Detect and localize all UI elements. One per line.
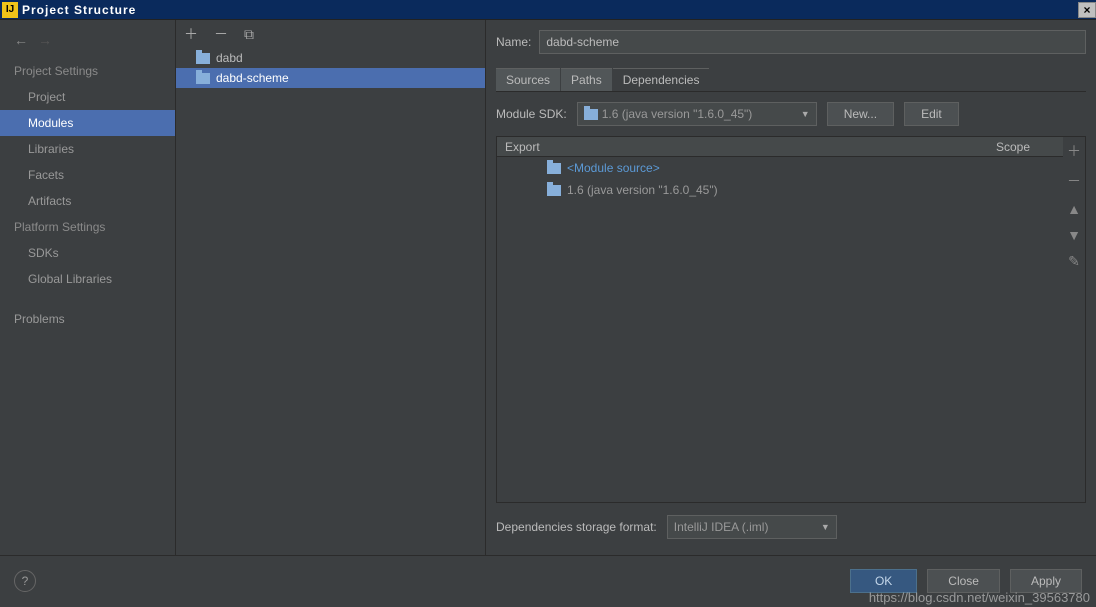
copy-icon[interactable]: ⧉ [244, 26, 254, 43]
add-dep-icon[interactable]: ＋ [1067, 141, 1081, 161]
remove-icon[interactable]: － [214, 24, 228, 44]
main-panel: Name: Sources Paths Dependencies Module … [485, 20, 1096, 555]
apply-button[interactable]: Apply [1010, 569, 1082, 593]
sidebar-item-libraries[interactable]: Libraries [0, 136, 175, 162]
tab-sources[interactable]: Sources [496, 68, 560, 91]
name-label: Name: [496, 35, 531, 49]
nav-forward-icon: → [38, 32, 52, 48]
titlebar: IJ Project Structure × [0, 0, 1096, 20]
move-up-icon[interactable]: ▲ [1067, 201, 1081, 217]
module-sdk-select[interactable]: 1.6 (java version "1.6.0_45") [577, 102, 817, 126]
window-title: Project Structure [22, 3, 136, 17]
sdk-value: 1.6 (java version "1.6.0_45") [602, 107, 753, 121]
section-platform-settings: Platform Settings [0, 214, 175, 240]
nav-back-icon[interactable]: ← [14, 32, 28, 48]
close-button[interactable]: Close [927, 569, 1000, 593]
table-row[interactable]: <Module source> [497, 157, 1063, 179]
folder-icon [547, 185, 561, 196]
ok-button[interactable]: OK [850, 569, 917, 593]
footer: ? OK Close Apply [0, 555, 1096, 605]
col-scope: Scope [963, 140, 1063, 154]
app-icon: IJ [2, 2, 18, 18]
folder-icon [584, 109, 598, 120]
storage-label: Dependencies storage format: [496, 520, 657, 534]
module-sdk-label: Module SDK: [496, 107, 567, 121]
module-panel: ＋ － ⧉ dabd dabd-scheme [175, 20, 485, 555]
module-item-dabd-scheme[interactable]: dabd-scheme [176, 68, 485, 88]
new-button[interactable]: New... [827, 102, 894, 126]
folder-icon [196, 53, 210, 64]
close-icon[interactable]: × [1078, 2, 1096, 18]
sidebar: ← → Project Settings Project Modules Lib… [0, 20, 175, 555]
col-export: Export [497, 140, 963, 154]
module-label: dabd-scheme [216, 71, 289, 85]
remove-dep-icon[interactable]: － [1067, 171, 1081, 191]
tab-paths[interactable]: Paths [561, 68, 612, 91]
sidebar-item-problems[interactable]: Problems [0, 306, 175, 332]
storage-value: IntelliJ IDEA (.iml) [674, 520, 769, 534]
add-icon[interactable]: ＋ [184, 24, 198, 44]
module-label: dabd [216, 51, 243, 65]
dep-module-source: <Module source> [567, 161, 660, 175]
module-item-dabd[interactable]: dabd [176, 48, 485, 68]
sidebar-item-global-libraries[interactable]: Global Libraries [0, 266, 175, 292]
help-icon[interactable]: ? [14, 570, 36, 592]
sidebar-item-modules[interactable]: Modules [0, 110, 175, 136]
edit-dep-icon[interactable]: ✎ [1068, 253, 1080, 270]
section-project-settings: Project Settings [0, 58, 175, 84]
sidebar-item-sdks[interactable]: SDKs [0, 240, 175, 266]
sidebar-item-facets[interactable]: Facets [0, 162, 175, 188]
dependencies-table: Export Scope <Module source> 1.6 (java v… [497, 137, 1063, 502]
folder-icon [196, 73, 210, 84]
sidebar-item-artifacts[interactable]: Artifacts [0, 188, 175, 214]
sidebar-item-project[interactable]: Project [0, 84, 175, 110]
folder-icon [547, 163, 561, 174]
edit-button[interactable]: Edit [904, 102, 959, 126]
move-down-icon[interactable]: ▼ [1067, 227, 1081, 243]
tab-dependencies[interactable]: Dependencies [613, 68, 710, 91]
name-input[interactable] [539, 30, 1086, 54]
table-row[interactable]: 1.6 (java version "1.6.0_45") [497, 179, 1063, 201]
storage-format-select[interactable]: IntelliJ IDEA (.iml) [667, 515, 837, 539]
dep-library: 1.6 (java version "1.6.0_45") [567, 183, 718, 197]
